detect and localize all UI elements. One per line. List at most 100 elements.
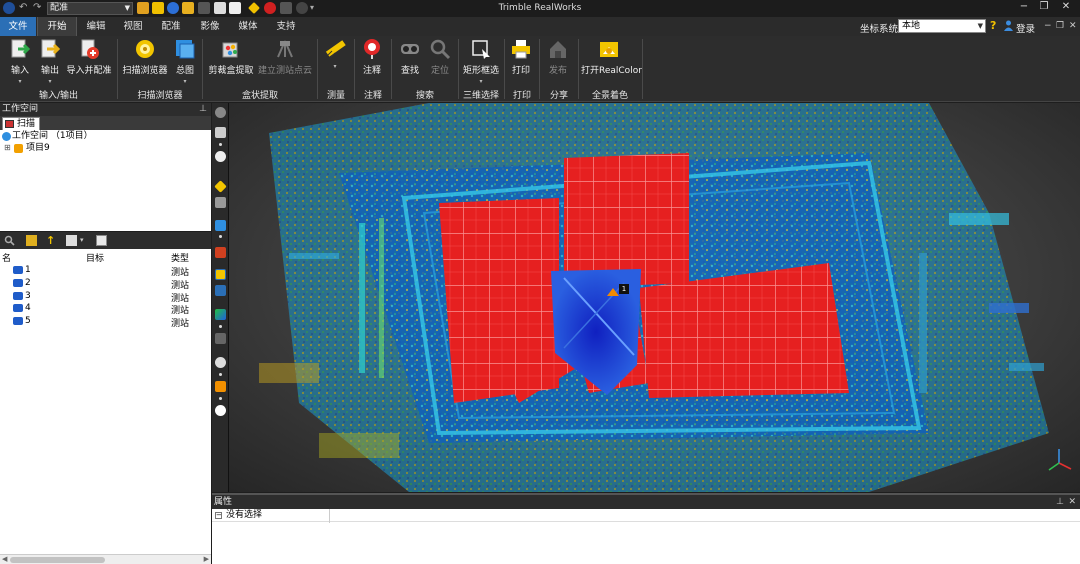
menu-bar: 文件 开始 编辑 视图 配准 影像 媒体 支持 坐标系统 本地 ▼ ? 登录 −… bbox=[0, 17, 1080, 36]
ribbon-restore-icon[interactable]: ❐ bbox=[1056, 21, 1064, 31]
rotate-icon[interactable] bbox=[215, 127, 226, 138]
tab-scans[interactable]: 扫描 bbox=[2, 117, 41, 130]
color-ramp-icon[interactable] bbox=[215, 309, 226, 320]
dropdown-dot[interactable] bbox=[219, 373, 222, 376]
import-and-register-button[interactable]: 导入并配准 bbox=[66, 38, 112, 76]
ribbon-close-icon[interactable]: ✕ bbox=[1069, 21, 1077, 31]
tab-registration[interactable]: 配准 bbox=[153, 17, 189, 36]
globe-icon bbox=[2, 132, 11, 141]
overview-button[interactable]: 总图 ▾ bbox=[174, 38, 196, 85]
tab-file[interactable]: 文件 bbox=[0, 17, 36, 36]
workspace-panel: 工作空间 ⊥ 扫描 工作空间 （1项目） ⊞ 项目9 bbox=[0, 103, 211, 231]
display-mode-icon[interactable] bbox=[215, 220, 226, 231]
export-button[interactable]: 输出 ▾ bbox=[38, 38, 62, 85]
scan-explorer-button[interactable]: 扫描浏览器 bbox=[121, 38, 169, 76]
horizontal-scrollbar[interactable]: ◀ ▶ bbox=[0, 554, 211, 564]
shading-icon[interactable] bbox=[215, 357, 226, 368]
collapse-icon[interactable]: − bbox=[215, 512, 222, 519]
magnifier-icon bbox=[430, 39, 451, 60]
report-icon[interactable] bbox=[96, 235, 107, 246]
search-icon[interactable] bbox=[4, 235, 15, 246]
pan-icon[interactable] bbox=[214, 180, 227, 193]
pin-icon[interactable]: ⊥ bbox=[199, 103, 207, 116]
column-header-name[interactable]: 名 bbox=[2, 251, 11, 264]
tab-media[interactable]: 媒体 bbox=[230, 17, 266, 36]
list-item[interactable]: 3 测站 bbox=[0, 290, 211, 304]
tab-support[interactable]: 支持 bbox=[268, 17, 304, 36]
publish-button[interactable]: 发布 bbox=[546, 38, 570, 76]
tab-home[interactable]: 开始 bbox=[37, 17, 77, 36]
overview-label: 总图 bbox=[175, 66, 194, 76]
print-button[interactable]: 打印 bbox=[509, 38, 533, 76]
annotation-label: 注释 bbox=[362, 66, 381, 76]
login-button[interactable]: 登录 bbox=[1016, 21, 1035, 35]
chevron-down-icon: ▾ bbox=[18, 78, 22, 85]
locate-button[interactable]: 定位 bbox=[428, 38, 452, 76]
color-mode-icon[interactable] bbox=[215, 247, 226, 258]
image-overlay-icon[interactable] bbox=[215, 381, 226, 392]
annotation-button[interactable]: 注释 bbox=[360, 38, 384, 76]
open-realcolor-button[interactable]: 打开RealColor bbox=[581, 38, 642, 76]
close-icon[interactable]: ✕ bbox=[1068, 495, 1076, 509]
cube-view-icon[interactable] bbox=[215, 107, 226, 118]
station-list-icon[interactable] bbox=[215, 285, 226, 296]
import-button[interactable]: 输入 ▾ bbox=[8, 38, 32, 85]
dropdown-dot[interactable] bbox=[219, 325, 222, 328]
scroll-left-icon[interactable]: ◀ bbox=[2, 555, 7, 563]
3d-viewport[interactable]: 1 bbox=[229, 103, 1080, 492]
scrollbar-thumb[interactable] bbox=[10, 557, 105, 563]
user-icon[interactable] bbox=[1004, 20, 1013, 31]
chevron-down-icon: ▾ bbox=[48, 78, 52, 85]
zoom-extents-icon[interactable] bbox=[215, 197, 226, 208]
point-size-icon[interactable] bbox=[215, 333, 226, 344]
list-item[interactable]: 1 测站 bbox=[0, 264, 211, 278]
coord-system-select[interactable]: 本地 ▼ bbox=[898, 19, 986, 33]
measure-button[interactable]: ▾ bbox=[323, 38, 347, 70]
dropdown-dot[interactable] bbox=[219, 143, 222, 146]
restore-icon[interactable]: ❐ bbox=[1032, 1, 1056, 12]
station-marker-label[interactable]: 1 bbox=[619, 284, 629, 294]
column-divider bbox=[329, 509, 330, 523]
view-mode-icon[interactable] bbox=[66, 235, 77, 246]
ribbon-minimize-icon[interactable]: − bbox=[1044, 21, 1052, 31]
group-print-label: 打印 bbox=[512, 91, 531, 101]
list-item[interactable]: 2 测站 bbox=[0, 277, 211, 291]
properties-panel: 属性 ⊥ ✕ − 没有选择 bbox=[212, 493, 1080, 564]
clipping-box-extract-button[interactable]: 剪裁盒提取 bbox=[207, 38, 255, 76]
axis-gizmo bbox=[1048, 449, 1072, 471]
station-marker-icon[interactable] bbox=[215, 269, 226, 280]
tree-root[interactable]: 工作空间 （1项目） bbox=[0, 130, 211, 142]
orbit-icon[interactable] bbox=[215, 151, 226, 162]
chevron-down-icon: ▾ bbox=[479, 78, 483, 85]
open-realcolor-label: 打开RealColor bbox=[581, 66, 642, 76]
chevron-down-icon[interactable]: ▾ bbox=[80, 235, 91, 246]
dropdown-dot[interactable] bbox=[219, 235, 222, 238]
help-icon[interactable]: ? bbox=[990, 19, 996, 32]
import-label: 输入 bbox=[10, 66, 29, 76]
tree-project[interactable]: ⊞ 项目9 bbox=[0, 142, 211, 154]
pin-icon[interactable]: ⊥ bbox=[1056, 495, 1064, 509]
background-icon[interactable] bbox=[215, 405, 226, 416]
dropdown-dot[interactable] bbox=[219, 397, 222, 400]
station-cloud-icon bbox=[277, 40, 293, 58]
rectangle-select-button[interactable]: 矩形框选 ▾ bbox=[462, 38, 500, 85]
locate-label: 定位 bbox=[430, 66, 449, 76]
find-button[interactable]: 查找 bbox=[398, 38, 422, 76]
folder-icon[interactable] bbox=[26, 235, 37, 246]
expand-icon[interactable]: ⊞ bbox=[4, 142, 11, 154]
group-share-label: 分享 bbox=[549, 91, 568, 101]
tab-view[interactable]: 视图 bbox=[115, 17, 151, 36]
tree-root-label: 工作空间 （1项目） bbox=[12, 131, 93, 141]
tab-image[interactable]: 影像 bbox=[192, 17, 228, 36]
column-header-type[interactable]: 类型 bbox=[171, 251, 189, 264]
list-item[interactable]: 4 测站 bbox=[0, 302, 211, 316]
group-annotation-label: 注释 bbox=[363, 91, 382, 101]
scroll-right-icon[interactable]: ▶ bbox=[204, 555, 209, 563]
column-header-target[interactable]: 目标 bbox=[86, 251, 104, 264]
up-arrow-icon[interactable]: ↑ bbox=[46, 235, 57, 246]
create-station-cloud-button[interactable]: 建立测站点云 bbox=[257, 38, 313, 76]
tab-edit[interactable]: 编辑 bbox=[78, 17, 114, 36]
close-icon[interactable]: ✕ bbox=[1054, 1, 1078, 12]
list-item[interactable]: 5 测站 bbox=[0, 315, 211, 329]
import-register-icon bbox=[81, 39, 99, 59]
